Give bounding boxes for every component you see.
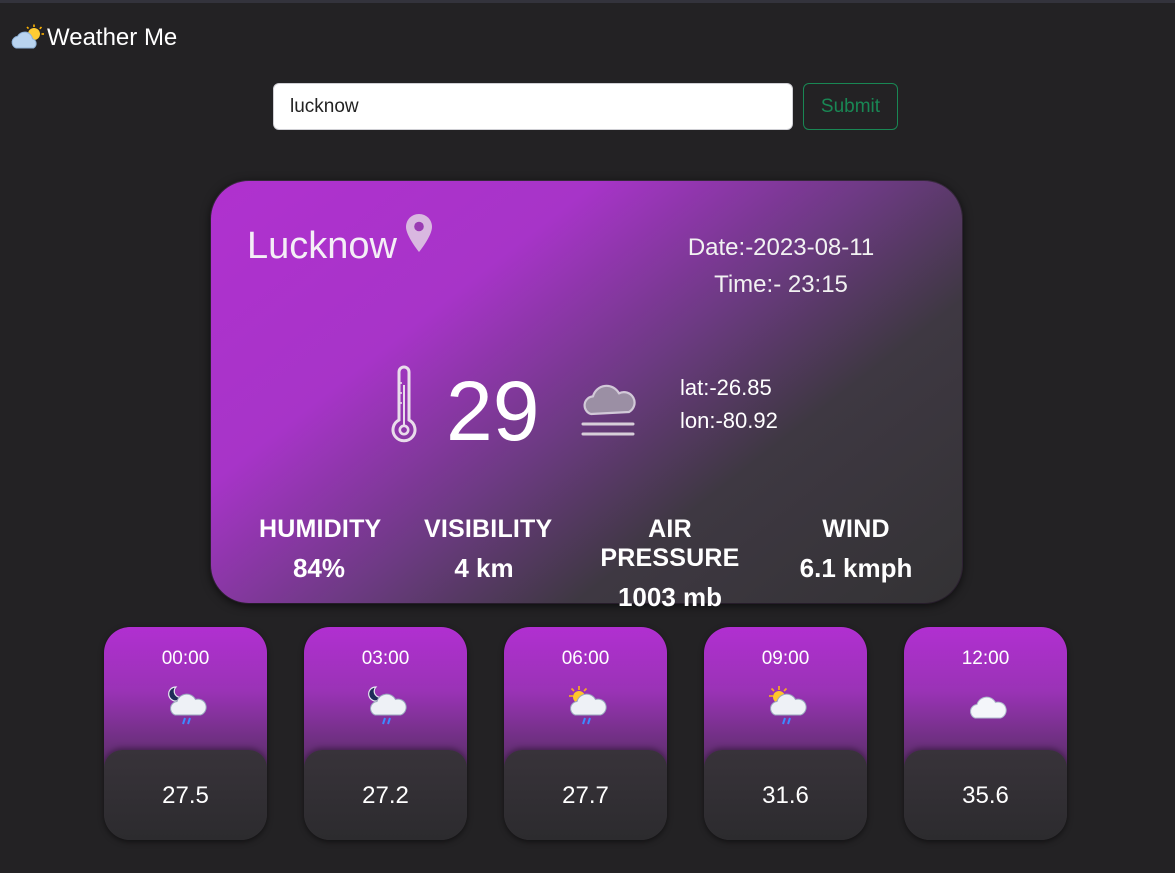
- latitude-text: lat:-26.85: [680, 375, 772, 400]
- thermometer-icon: [391, 365, 417, 450]
- stat-label: AIR PRESSURE: [600, 515, 740, 572]
- city-search-input[interactable]: [273, 83, 793, 130]
- date-text: Date:-2023-08-11: [687, 234, 875, 261]
- stat-air-pressure: AIR PRESSURE 1003 mb: [580, 515, 760, 613]
- city-name: Lucknow: [247, 225, 397, 267]
- forecast-time: 00:00: [161, 648, 210, 669]
- forecast-temp: 27.2: [362, 782, 409, 809]
- city-row: Lucknow: [247, 214, 433, 268]
- night-rain-icon: [366, 685, 408, 732]
- time-text: Time:- 23:15: [714, 271, 848, 298]
- coordinates: lat:-26.85 lon:-80.92: [680, 371, 778, 437]
- forecast-card: 03:00 27.2: [304, 627, 467, 840]
- forecast-time: 06:00: [561, 648, 610, 669]
- stat-label: HUMIDITY: [259, 515, 382, 543]
- forecast-time: 09:00: [761, 648, 810, 669]
- current-weather-card: Lucknow Date:-2023-08-11 Time:- 23:15 29: [211, 181, 962, 612]
- forecast-temp-panel: 27.5: [104, 750, 267, 840]
- brand: Weather Me: [10, 20, 177, 56]
- sun-rain-icon: [766, 685, 808, 732]
- location-pin-icon: [405, 213, 433, 258]
- stat-humidity: HUMIDITY 84%: [259, 515, 382, 584]
- window-top-border: [0, 0, 1175, 3]
- forecast-time: 03:00: [361, 648, 410, 669]
- sun-behind-cloud-icon: [10, 24, 46, 52]
- forecast-temp: 35.6: [962, 782, 1009, 809]
- stat-label: WIND: [822, 515, 890, 543]
- stats-row: HUMIDITY 84% VISIBILITY 4 km AIR PRESSUR…: [211, 515, 962, 612]
- forecast-card: 12:00 35.6: [904, 627, 1067, 840]
- forecast-card: 06:00 27.7: [504, 627, 667, 840]
- stat-label: VISIBILITY: [424, 515, 553, 543]
- date-time: Date:-2023-08-11 Time:- 23:15: [651, 229, 911, 303]
- stat-wind: WIND 6.1 kmph: [791, 515, 921, 584]
- forecast-temp-panel: 31.6: [704, 750, 867, 840]
- forecast-temp-panel: 27.2: [304, 750, 467, 840]
- longitude-text: lon:-80.92: [680, 408, 778, 433]
- app-title: Weather Me: [47, 24, 178, 51]
- forecast-time: 12:00: [961, 648, 1010, 669]
- forecast-temp-panel: 35.6: [904, 750, 1067, 840]
- submit-button[interactable]: Submit: [803, 83, 898, 130]
- cloud-icon: [966, 685, 1008, 732]
- forecast-temp: 27.5: [162, 782, 209, 809]
- stat-visibility: VISIBILITY 4 km: [424, 515, 553, 584]
- stat-value: 4 km: [454, 553, 514, 583]
- forecast-temp: 31.6: [762, 782, 809, 809]
- forecast-temp: 27.7: [562, 782, 609, 809]
- stat-value: 6.1 kmph: [799, 553, 913, 583]
- sun-rain-icon: [566, 685, 608, 732]
- forecast-card: 00:00 27.5: [104, 627, 267, 840]
- fog-cloud-icon: [579, 382, 639, 447]
- stat-value: 84%: [292, 553, 346, 583]
- current-temperature: 29: [446, 364, 540, 458]
- forecast-temp-panel: 27.7: [504, 750, 667, 840]
- forecast-card: 09:00 31.6: [704, 627, 867, 840]
- stat-value: 1003 mb: [617, 582, 723, 612]
- night-rain-icon: [166, 685, 208, 732]
